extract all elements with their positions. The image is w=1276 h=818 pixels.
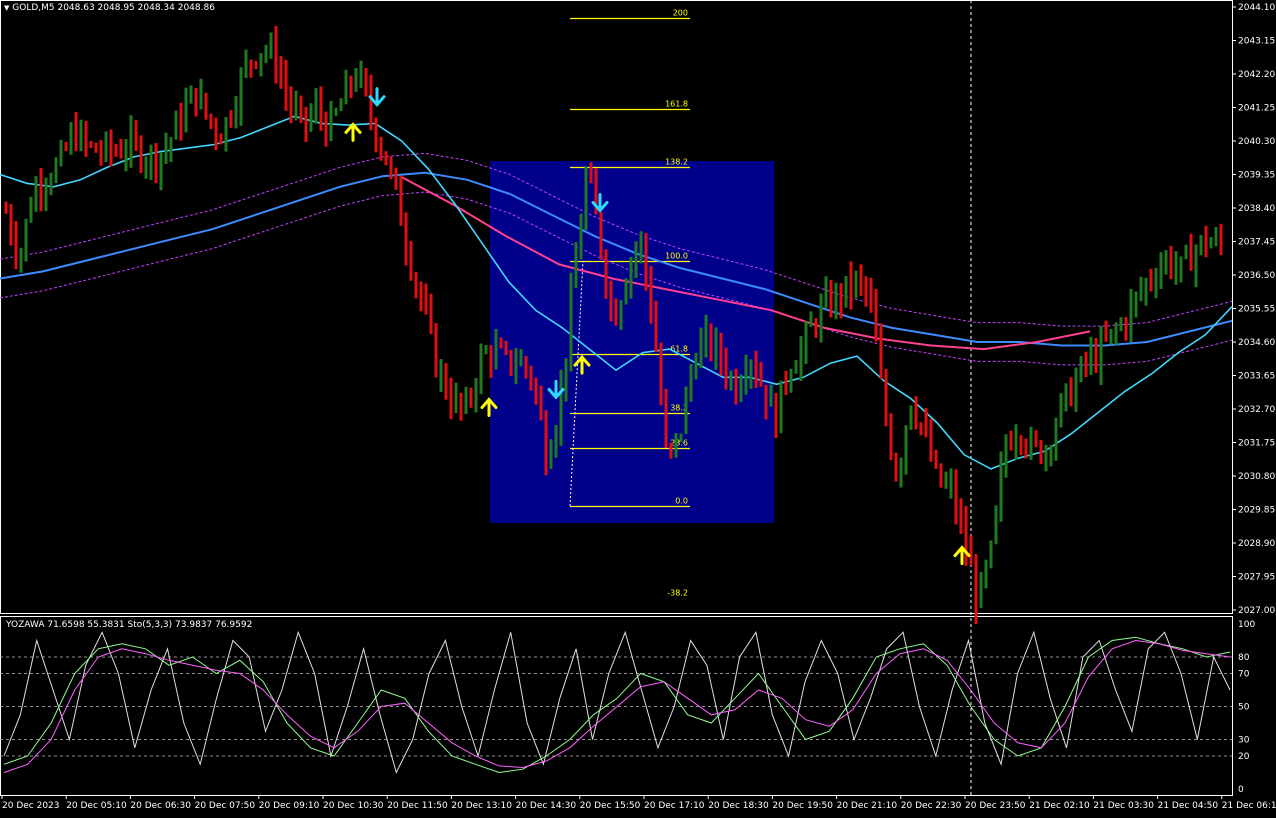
time-tick-label: 20 Dec 22:30 (901, 801, 962, 811)
indicator-header: YOZAWA 71.6598 55.3831 Sto(5,3,3) 73.983… (6, 620, 253, 630)
stoch-tick-label: 80 (1238, 653, 1250, 663)
price-tick-label: 2028.90 (1238, 539, 1275, 549)
price-tick-label: 2039.35 (1238, 171, 1275, 181)
time-tick-label: 21 Dec 04:50 (1158, 801, 1219, 811)
price-tick-label: 2032.70 (1238, 405, 1275, 415)
time-tick-label: 21 Dec 06:10 (1222, 801, 1276, 811)
time-tick-label: 20 Dec 07:50 (195, 801, 256, 811)
time-tick-label: 20 Dec 19:50 (772, 801, 833, 811)
time-tick-label: 20 Dec 17:10 (644, 801, 705, 811)
price-tick-label: 2037.45 (1238, 238, 1275, 248)
chart-window: 200 161.8 138.2 100.0 61.8 38.2 23.6 0.0 -38.2 2… (0, 0, 1276, 814)
stoch-main-line (3, 636, 1231, 774)
price-tick-label: 2031.75 (1238, 439, 1275, 449)
fib-level-label: 100.0 (665, 252, 688, 261)
chart-canvas: 200161.8138.2100.061.838.223.60.0-38.2 2… (0, 0, 1276, 811)
fib-zone-box (490, 161, 774, 523)
sub-chart-frame (0, 616, 1233, 796)
stoch-tick-label: 30 (1238, 736, 1250, 746)
fib-level-label: 200 (673, 9, 688, 18)
symbol-header-text: GOLD,M5 2048.63 2048.95 2048.34 2048.86 (12, 3, 215, 13)
price-tick-label: 2027.95 (1238, 573, 1275, 583)
time-tick-label: 20 Dec 13:10 (451, 801, 512, 811)
yozawa-line (3, 630, 1231, 774)
time-tick-label: 20 Dec 18:30 (708, 801, 769, 811)
price-tick-label: 2044.10 (1238, 3, 1275, 13)
price-tick-label: 2030.80 (1238, 472, 1275, 482)
fib-level-label: 61.8 (670, 345, 688, 354)
time-tick-label: 20 Dec 09:10 (259, 801, 320, 811)
price-tick-label: 2043.15 (1238, 37, 1275, 47)
time-tick-label: 20 Dec 10:30 (323, 801, 384, 811)
stoch-tick-label: 0 (1238, 785, 1244, 795)
header-triangle-icon[interactable]: ▼ (4, 4, 9, 12)
fib-level-label: -38.2 (667, 589, 688, 598)
time-tick-label: 21 Dec 02:10 (1029, 801, 1090, 811)
time-tick-label: 20 Dec 15:50 (580, 801, 641, 811)
time-tick-label: 20 Dec 2023 (2, 801, 60, 811)
time-tick-label: 20 Dec 23:50 (965, 801, 1026, 811)
price-tick-label: 2036.50 (1238, 271, 1275, 281)
fib-level-label: 161.8 (665, 100, 688, 109)
price-tick-label: 2041.25 (1238, 104, 1275, 114)
time-tick-label: 20 Dec 21:10 (837, 801, 898, 811)
time-tick-label: 20 Dec 14:30 (516, 801, 577, 811)
stoch-tick-label: 100 (1238, 620, 1255, 630)
price-tick-label: 2042.20 (1238, 70, 1275, 80)
fib-level-label: 0.0 (675, 497, 688, 506)
price-tick-label: 2033.65 (1238, 372, 1275, 382)
stoch-tick-label: 70 (1238, 670, 1250, 680)
price-tick-label: 2035.55 (1238, 305, 1275, 315)
price-tick-label: 2029.85 (1238, 506, 1275, 516)
time-tick-label: 21 Dec 03:30 (1093, 801, 1154, 811)
arrow-up-icon (344, 122, 362, 142)
price-tick-label: 2038.40 (1238, 204, 1275, 214)
price-tick-label: 2034.60 (1238, 338, 1275, 348)
stoch-tick-label: 20 (1238, 752, 1250, 762)
price-tick-label: 2027.00 (1238, 606, 1275, 616)
price-tick-label: 2040.30 (1238, 137, 1275, 147)
fib-level-label: 23.6 (670, 439, 688, 448)
time-tick-label: 20 Dec 06:30 (130, 801, 191, 811)
time-tick-label: 20 Dec 05:10 (66, 801, 127, 811)
time-tick-label: 20 Dec 11:50 (387, 801, 448, 811)
stoch-tick-label: 50 (1238, 703, 1250, 713)
symbol-header: ▼ GOLD,M5 2048.63 2048.95 2048.34 2048.8… (4, 3, 215, 13)
fib-level-label: 138.2 (665, 158, 688, 167)
